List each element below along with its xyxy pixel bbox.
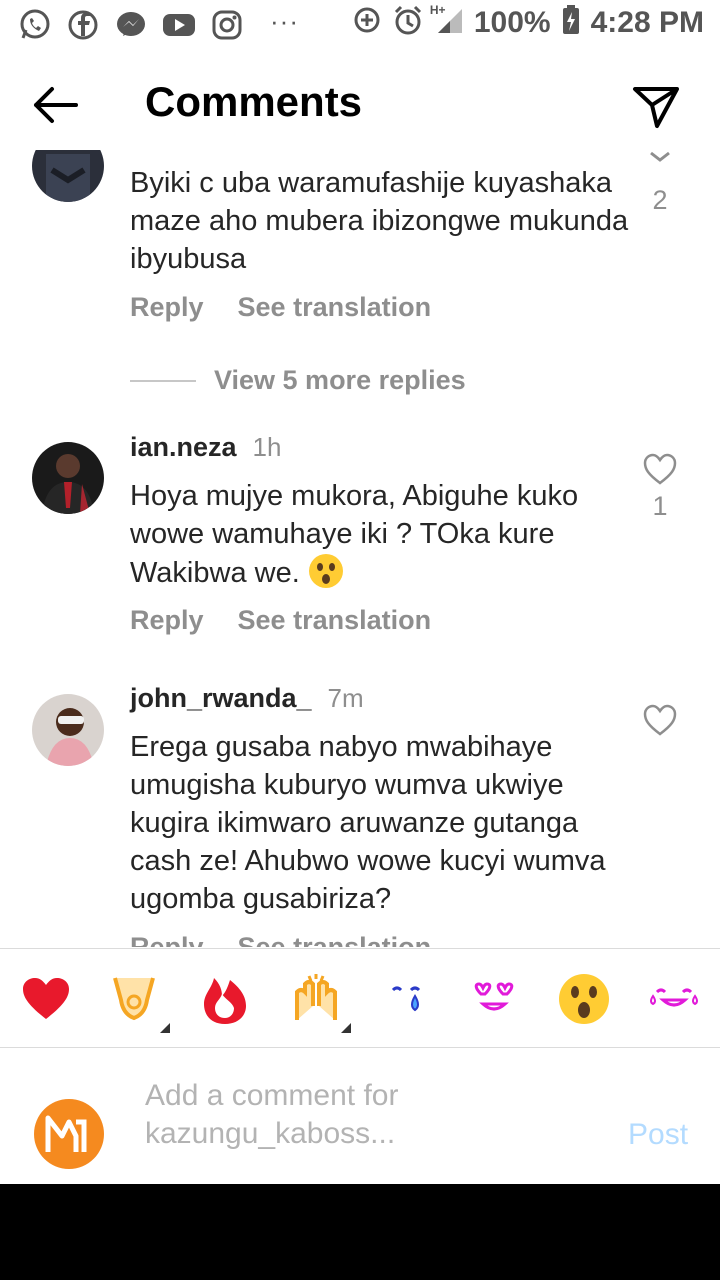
view-more-replies-label[interactable]: View 5 more replies [214, 365, 466, 396]
reply-button[interactable]: Reply [130, 932, 204, 947]
chevron-down-icon [650, 151, 670, 162]
comment-text-body: Hoya mujye mukora, Abiguhe kuko wowe wam… [130, 480, 579, 589]
avatar[interactable] [32, 150, 104, 202]
reply-button[interactable]: Reply [130, 605, 204, 636]
heart-eyes-icon[interactable] [466, 971, 522, 1027]
comment-input[interactable]: Add a comment for kazungu_kaboss... [145, 1077, 575, 1153]
youtube-icon [162, 8, 196, 42]
red-heart-icon[interactable] [18, 971, 74, 1027]
comment-input-placeholder-line2: kazungu_kaboss... [145, 1117, 396, 1150]
comments-list[interactable]: 2 Byiki c uba waramufashije kuyashaka ma… [0, 150, 720, 947]
divider [130, 379, 196, 382]
signal-icon: H+ [430, 3, 464, 40]
reaction-bar [0, 948, 720, 1048]
status-bar: ··· H+ 100% 4:28 PM [0, 0, 720, 50]
astonished-face-icon[interactable] [556, 971, 612, 1027]
comment-text: Erega gusaba nabyo mwabihaye umugisha ku… [130, 731, 606, 915]
clapping-hands-icon[interactable] [288, 971, 344, 1027]
send-icon[interactable] [630, 80, 682, 132]
comment-text: Byiki c uba waramufashije kuyashaka maze… [130, 167, 629, 275]
comment-composer: Add a comment for kazungu_kaboss... Post [0, 1047, 720, 1183]
alarm-icon [392, 4, 424, 41]
username[interactable]: john_rwanda_ [130, 683, 312, 714]
avatar[interactable] [32, 694, 104, 766]
post-button[interactable]: Post [622, 1117, 694, 1153]
battery-icon [561, 4, 581, 41]
tears-of-joy-icon[interactable] [646, 971, 702, 1027]
timestamp: 7m [327, 683, 364, 713]
username[interactable]: ian.neza [130, 432, 237, 463]
comment-input-placeholder-line1: Add a comment for [145, 1079, 399, 1112]
messenger-icon [114, 8, 148, 42]
data-saver-icon [352, 5, 382, 40]
see-translation-button[interactable]: See translation [238, 292, 432, 323]
raising-hands-icon[interactable] [106, 971, 162, 1027]
like-count: 1 [652, 491, 668, 521]
user-avatar[interactable] [34, 1099, 104, 1169]
page-title: Comments [145, 78, 363, 125]
crying-face-icon[interactable] [378, 971, 434, 1027]
instagram-icon [210, 8, 244, 42]
astonished-face-emoji [308, 554, 343, 588]
battery-percentage: 100% [473, 5, 551, 39]
comment-text: Hoya mujye mukora, Abiguhe kuko wowe wam… [130, 477, 630, 592]
heart-icon[interactable] [642, 452, 678, 486]
clock: 4:28 PM [590, 5, 704, 39]
back-arrow-icon[interactable] [28, 80, 84, 130]
like-count: 2 [652, 185, 668, 215]
avatar[interactable] [32, 442, 104, 514]
facebook-icon [66, 8, 100, 42]
reply-button[interactable]: Reply [130, 292, 204, 323]
heart-icon[interactable] [642, 703, 678, 737]
system-navigation-bar [0, 1184, 720, 1280]
view-more-replies[interactable]: View 5 more replies [130, 365, 466, 396]
variant-indicator [341, 1023, 351, 1033]
see-translation-button[interactable]: See translation [238, 605, 432, 636]
header: Comments [0, 50, 720, 158]
variant-indicator [160, 1023, 170, 1033]
like-column: 2 [640, 150, 680, 216]
see-translation-button[interactable]: See translation [238, 932, 432, 947]
fire-icon[interactable] [197, 971, 253, 1027]
timestamp: 1h [252, 432, 282, 462]
whatsapp-icon [18, 8, 52, 42]
more-dots-icon: ··· [270, 6, 299, 36]
